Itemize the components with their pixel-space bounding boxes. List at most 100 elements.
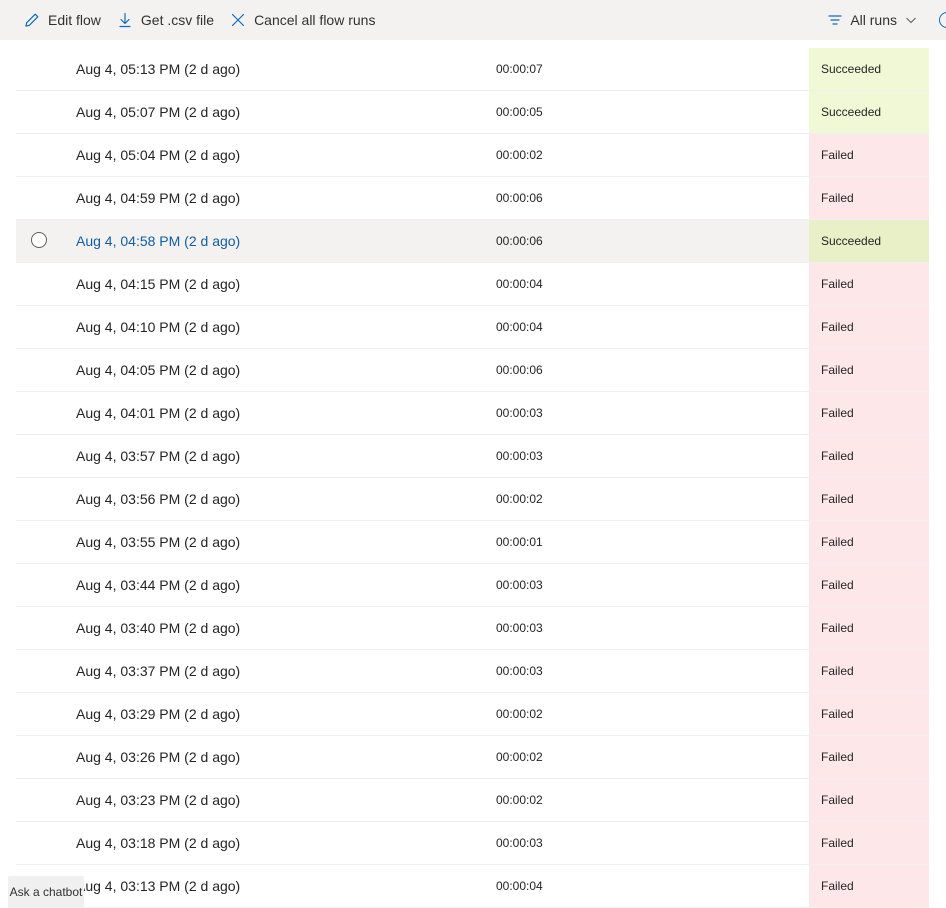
run-start-time[interactable]: Aug 4, 03:55 PM (2 d ago) — [76, 521, 240, 563]
run-start-time[interactable]: Aug 4, 04:59 PM (2 d ago) — [76, 177, 240, 219]
run-status-badge: Failed — [809, 521, 929, 563]
run-status-badge: Failed — [809, 177, 929, 219]
run-start-time[interactable]: Aug 4, 03:26 PM (2 d ago) — [76, 736, 240, 778]
run-status-badge: Succeeded — [809, 91, 929, 133]
run-status-badge: Failed — [809, 607, 929, 649]
run-row[interactable]: Aug 4, 04:15 PM (2 d ago) 00:00:04 Failed — [16, 263, 929, 306]
edit-flow-button[interactable]: Edit flow — [16, 0, 109, 40]
run-start-time[interactable]: Aug 4, 03:44 PM (2 d ago) — [76, 564, 240, 606]
run-status-badge: Failed — [809, 263, 929, 305]
run-row[interactable]: Aug 4, 03:55 PM (2 d ago) 00:00:01 Failed — [16, 521, 929, 564]
run-duration: 00:00:03 — [496, 664, 543, 678]
run-start-time[interactable]: Aug 4, 04:05 PM (2 d ago) — [76, 349, 240, 391]
run-duration: 00:00:03 — [496, 449, 543, 463]
run-status-badge: Failed — [809, 865, 929, 907]
run-duration: 00:00:02 — [496, 793, 543, 807]
run-status-badge: Failed — [809, 693, 929, 735]
run-row[interactable]: Aug 4, 03:56 PM (2 d ago) 00:00:02 Failed — [16, 478, 929, 521]
run-duration: 00:00:05 — [496, 105, 543, 119]
run-status-badge: Failed — [809, 564, 929, 606]
run-row[interactable]: Aug 4, 03:13 PM (2 d ago) 00:00:04 Failed — [16, 865, 929, 908]
run-status-badge: Failed — [809, 349, 929, 391]
filter-icon — [828, 15, 842, 25]
run-status-badge: Succeeded — [809, 48, 929, 90]
run-duration: 00:00:02 — [496, 750, 543, 764]
ask-chatbot-label: Ask a chatbot — [9, 885, 83, 899]
run-duration: 00:00:03 — [496, 406, 543, 420]
run-start-time[interactable]: Aug 4, 05:13 PM (2 d ago) — [76, 48, 240, 90]
run-start-time[interactable]: Aug 4, 03:56 PM (2 d ago) — [76, 478, 240, 520]
run-start-time[interactable]: Aug 4, 03:18 PM (2 d ago) — [76, 822, 240, 864]
run-row[interactable]: Aug 4, 03:23 PM (2 d ago) 00:00:02 Failed — [16, 779, 929, 822]
command-bar: Edit flow Get .csv file Cancel all flow … — [0, 0, 946, 40]
run-status-badge: Failed — [809, 822, 929, 864]
runs-filter-dropdown[interactable]: All runs — [820, 0, 925, 40]
run-status-badge: Failed — [809, 478, 929, 520]
cancel-all-runs-label: Cancel all flow runs — [254, 12, 376, 28]
run-start-time[interactable]: Aug 4, 04:01 PM (2 d ago) — [76, 392, 240, 434]
run-start-time[interactable]: Aug 4, 03:37 PM (2 d ago) — [76, 650, 240, 692]
close-icon — [231, 13, 245, 27]
run-row[interactable]: Aug 4, 03:44 PM (2 d ago) 00:00:03 Failed — [16, 564, 929, 607]
run-row[interactable]: Aug 4, 05:13 PM (2 d ago) 00:00:07 Succeed… — [16, 48, 929, 91]
pencil-icon — [25, 13, 39, 27]
run-row[interactable]: Aug 4, 05:07 PM (2 d ago) 00:00:05 Succeed… — [16, 91, 929, 134]
get-csv-label: Get .csv file — [140, 12, 215, 28]
runs-filter-label: All runs — [850, 12, 897, 28]
run-row[interactable]: Aug 4, 03:29 PM (2 d ago) 00:00:02 Failed — [16, 693, 929, 736]
run-row[interactable]: Aug 4, 04:05 PM (2 d ago) 00:00:06 Failed — [16, 349, 929, 392]
run-duration: 00:00:02 — [496, 148, 543, 162]
run-row[interactable]: Aug 4, 03:18 PM (2 d ago) 00:00:03 Failed — [16, 822, 929, 865]
run-start-time[interactable]: Aug 4, 04:15 PM (2 d ago) — [76, 263, 240, 305]
run-duration: 00:00:01 — [496, 535, 543, 549]
run-start-time[interactable]: Aug 4, 03:57 PM (2 d ago) — [76, 435, 240, 477]
run-duration: 00:00:07 — [496, 62, 543, 76]
row-select-radio[interactable] — [31, 232, 47, 248]
run-row[interactable]: Aug 4, 04:01 PM (2 d ago) 00:00:03 Failed — [16, 392, 929, 435]
run-row[interactable]: Aug 4, 03:37 PM (2 d ago) 00:00:03 Failed — [16, 650, 929, 693]
edit-flow-label: Edit flow — [48, 12, 101, 28]
run-duration: 00:00:02 — [496, 492, 543, 506]
run-duration: 00:00:06 — [496, 363, 543, 377]
run-duration: 00:00:03 — [496, 578, 543, 592]
run-status-badge: Failed — [809, 134, 929, 176]
run-start-time[interactable]: Aug 4, 03:29 PM (2 d ago) — [76, 693, 240, 735]
run-duration: 00:00:03 — [496, 621, 543, 635]
run-row[interactable]: Aug 4, 04:10 PM (2 d ago) 00:00:04 Failed — [16, 306, 929, 349]
download-icon — [119, 12, 131, 28]
run-start-time[interactable]: Aug 4, 03:13 PM (2 d ago) — [76, 865, 240, 907]
run-status-badge: Failed — [809, 779, 929, 821]
run-duration: 00:00:04 — [496, 277, 543, 291]
info-icon[interactable]: i — [939, 12, 946, 28]
run-row[interactable]: Aug 4, 05:04 PM (2 d ago) 00:00:02 Failed — [16, 134, 929, 177]
run-start-time[interactable]: Aug 4, 04:10 PM (2 d ago) — [76, 306, 240, 348]
run-start-time[interactable]: Aug 4, 04:58 PM (2 d ago) — [76, 220, 240, 262]
chevron-down-icon — [906, 17, 916, 24]
run-status-badge: Failed — [809, 435, 929, 477]
toolbar-right: All runs i — [820, 0, 946, 40]
cancel-all-runs-button[interactable]: Cancel all flow runs — [222, 0, 383, 40]
get-csv-button[interactable]: Get .csv file — [109, 0, 222, 40]
run-start-time[interactable]: Aug 4, 05:04 PM (2 d ago) — [76, 134, 240, 176]
run-row[interactable]: Aug 4, 03:40 PM (2 d ago) 00:00:03 Failed — [16, 607, 929, 650]
run-row[interactable]: Aug 4, 04:58 PM (2 d ago) 00:00:06 Succeed… — [16, 220, 929, 263]
run-status-badge: Failed — [809, 392, 929, 434]
run-duration: 00:00:06 — [496, 234, 543, 248]
run-start-time[interactable]: Aug 4, 05:07 PM (2 d ago) — [76, 91, 240, 133]
runs-list: Aug 4, 05:13 PM (2 d ago) 00:00:07 Succeed… — [16, 48, 929, 908]
run-start-time[interactable]: Aug 4, 03:40 PM (2 d ago) — [76, 607, 240, 649]
run-row[interactable]: Aug 4, 03:57 PM (2 d ago) 00:00:03 Failed — [16, 435, 929, 478]
run-row[interactable]: Aug 4, 04:59 PM (2 d ago) 00:00:06 Failed — [16, 177, 929, 220]
run-duration: 00:00:06 — [496, 191, 543, 205]
run-status-badge: Failed — [809, 650, 929, 692]
run-duration: 00:00:04 — [496, 879, 543, 893]
run-duration: 00:00:02 — [496, 707, 543, 721]
run-status-badge: Failed — [809, 306, 929, 348]
run-duration: 00:00:04 — [496, 320, 543, 334]
ask-chatbot-button[interactable]: Ask a chatbot — [8, 876, 84, 908]
run-status-badge: Failed — [809, 736, 929, 778]
run-status-badge: Succeeded — [809, 220, 929, 262]
run-row[interactable]: Aug 4, 03:26 PM (2 d ago) 00:00:02 Failed — [16, 736, 929, 779]
run-duration: 00:00:03 — [496, 836, 543, 850]
run-start-time[interactable]: Aug 4, 03:23 PM (2 d ago) — [76, 779, 240, 821]
